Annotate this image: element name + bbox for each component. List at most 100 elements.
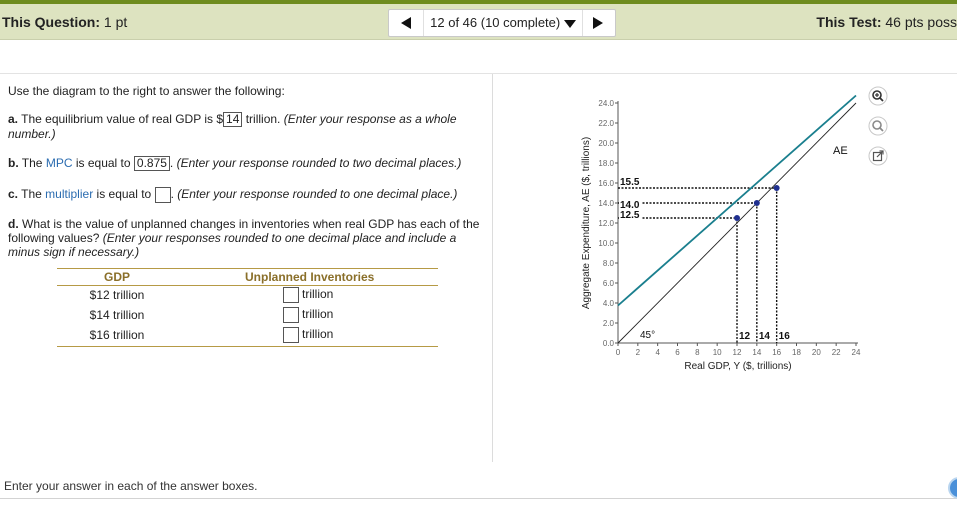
question-part-d: d. What is the value of unplanned change…	[8, 217, 486, 259]
x-tick-label: 2	[636, 348, 641, 357]
y-annotation: 12.5	[620, 210, 640, 221]
x-tick-label: 6	[675, 348, 680, 357]
panel-divider	[492, 74, 493, 462]
y-tick-label: 2.0	[603, 319, 615, 328]
question-intro: Use the diagram to the right to answer t…	[8, 84, 285, 98]
x-tick-label: 20	[812, 348, 821, 357]
question-part-b: b. The MPC is equal to 0.875. (Enter you…	[8, 156, 462, 172]
popout-button[interactable]	[868, 146, 888, 166]
multiplier-input[interactable]	[154, 187, 171, 203]
test-points-value: 46 pts poss	[885, 14, 957, 30]
inventory-unit: trillion	[302, 327, 334, 342]
table-header: GDP Unplanned Inventories	[57, 269, 438, 285]
x-tick-label: 16	[772, 348, 781, 357]
question-progress-text: 12 of 46 (10 complete)	[430, 15, 561, 30]
test-points: This Test: 46 pts poss	[816, 14, 957, 30]
question-points-value: 1 pt	[103, 14, 128, 30]
question-points: This Question: 1 pt	[2, 14, 127, 30]
gdp-cell: $14 trillion	[89, 308, 145, 322]
table-row: $14 trillion trillion	[57, 306, 438, 326]
x-tick-label: 14	[752, 348, 761, 357]
y-tick-label: 24.0	[598, 99, 614, 108]
zoom-out-button[interactable]	[868, 116, 888, 136]
y-tick-label: 20.0	[598, 139, 614, 148]
gdp-cell: $12 trillion	[89, 288, 145, 302]
part-b-label: b.	[8, 156, 19, 170]
x-tick-label: 24	[852, 348, 861, 357]
x-axis-label: Real GDP, Y ($, trillions)	[684, 361, 791, 372]
y-axis-label: Aggregate Expenditure, AE ($, trillions)	[581, 137, 592, 309]
col-gdp-header: GDP	[103, 270, 130, 284]
inventory-unit: trillion	[302, 307, 334, 322]
gdp-cell: $16 trillion	[89, 328, 145, 342]
footer-instruction: Enter your answer in each of the answer …	[4, 479, 258, 493]
x-annotation: 14	[759, 331, 771, 342]
part-d-label: d.	[8, 217, 19, 231]
part-b-text-post: is equal to	[75, 156, 131, 170]
inventory-input-16[interactable]	[283, 327, 299, 343]
content-top-rule	[0, 73, 957, 74]
y-tick-label: 12.0	[598, 219, 614, 228]
table-row: $12 trillion trillion	[57, 286, 438, 306]
question-points-label: This Question:	[2, 14, 100, 30]
question-part-a: a. The equilibrium value of real GDP is …	[8, 112, 478, 141]
question-part-c: c. The multiplier is equal to . (Enter y…	[8, 187, 458, 203]
part-c-text-post: is equal to	[96, 187, 152, 202]
y-tick-label: 18.0	[598, 159, 614, 168]
test-points-label: This Test:	[816, 14, 882, 30]
dropdown-arrow-icon	[563, 19, 576, 28]
part-a-after: trillion.	[245, 112, 281, 126]
question-list-dropdown[interactable]: 12 of 46 (10 complete)	[423, 10, 583, 36]
y-tick-label: 8.0	[603, 259, 615, 268]
mpc-input[interactable]: 0.875	[133, 156, 170, 172]
zoom-in-icon	[868, 86, 888, 106]
x-tick-label: 18	[792, 348, 801, 357]
part-b-hint: (Enter your response rounded to two deci…	[176, 156, 462, 170]
triangle-left-icon	[401, 17, 411, 29]
help-button[interactable]	[948, 477, 957, 499]
next-question-button[interactable]	[585, 10, 611, 36]
x-tick-label: 10	[713, 348, 722, 357]
x-tick-label: 12	[733, 348, 742, 357]
y-tick-label: 4.0	[603, 299, 615, 308]
part-b-text-pre: The	[21, 156, 43, 170]
triangle-right-icon	[593, 17, 603, 29]
part-a-label: a.	[8, 112, 19, 126]
part-c-text-pre: The	[21, 187, 42, 202]
x-tick-label: 8	[695, 348, 700, 357]
col-inventories-header: Unplanned Inventories	[245, 270, 375, 284]
x-tick-label: 4	[655, 348, 660, 357]
table-bottom-rule	[57, 346, 438, 347]
ae-diagram: Aggregate Expenditure, AE ($, trillions)…	[581, 94, 861, 372]
y-tick-label: 0.0	[603, 339, 615, 348]
data-point	[773, 185, 780, 191]
previous-question-button[interactable]	[393, 10, 419, 36]
data-point	[753, 200, 760, 206]
inventories-table: GDP Unplanned Inventories $12 trillion t…	[57, 268, 438, 347]
zoom-out-icon	[868, 116, 888, 136]
inventory-cell: trillion	[283, 327, 333, 343]
line-45-label: 45°	[640, 330, 655, 341]
x-annotation: 16	[779, 331, 791, 342]
x-tick-label: 0	[616, 348, 621, 357]
y-tick-label: 14.0	[598, 199, 614, 208]
y-tick-label: 16.0	[598, 179, 614, 188]
equilibrium-gdp-input[interactable]: 14	[223, 112, 243, 128]
question-header: This Question: 1 pt 12 of 46 (10 complet…	[0, 4, 957, 40]
ae-line-label: AE	[833, 145, 848, 157]
part-c-label: c.	[8, 187, 19, 202]
table-row: $16 trillion trillion	[57, 326, 438, 346]
inventory-unit: trillion	[302, 287, 334, 302]
inventory-input-14[interactable]	[283, 307, 299, 323]
inventory-cell: trillion	[283, 287, 333, 303]
y-tick-label: 6.0	[603, 279, 615, 288]
popout-icon	[868, 146, 888, 166]
inventory-cell: trillion	[283, 307, 333, 323]
inventory-input-12[interactable]	[283, 287, 299, 303]
y-tick-label: 22.0	[598, 119, 614, 128]
mpc-glossary-link[interactable]: MPC	[46, 156, 73, 170]
zoom-in-button[interactable]	[868, 86, 888, 106]
part-c-hint: (Enter your response rounded to one deci…	[177, 187, 458, 202]
multiplier-glossary-link[interactable]: multiplier	[45, 187, 93, 201]
data-point	[734, 215, 740, 221]
